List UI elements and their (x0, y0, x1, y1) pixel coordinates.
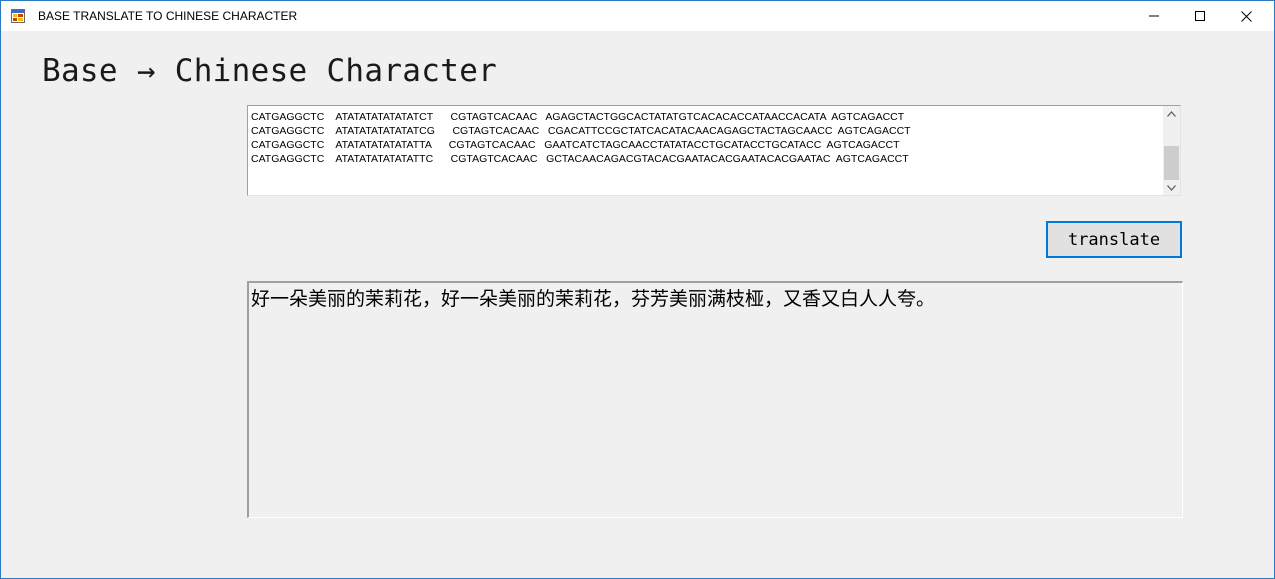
sequence-line: CATGAGGCTC ATATATATATATATTC CGTAGTCACAAC… (251, 153, 909, 165)
winforms-app-icon (11, 9, 25, 23)
close-button[interactable] (1223, 1, 1269, 31)
output-text: 好一朵美丽的茉莉花，好一朵美丽的茉莉花，芬芳美丽满枝桠，又香又白人人夸。 (251, 288, 936, 310)
translate-button[interactable]: translate (1046, 221, 1182, 258)
scroll-up-button[interactable] (1163, 106, 1180, 121)
chinese-output-box[interactable]: 好一朵美丽的茉莉花，好一朵美丽的茉莉花，芬芳美丽满枝桠，又香又白人人夸。 (247, 281, 1183, 518)
maximize-button[interactable] (1177, 1, 1223, 31)
sequence-line: CATGAGGCTC ATATATATATATATCT CGTAGTCACAAC… (251, 111, 905, 123)
maximize-icon (1195, 11, 1205, 21)
translate-button-label: translate (1067, 229, 1161, 250)
page-title: Base → Chinese Character (42, 53, 498, 89)
sequence-line: CATGAGGCTC ATATATATATATATCG CGTAGTCACAAC… (251, 125, 911, 137)
window-title: BASE TRANSLATE TO CHINESE CHARACTER (38, 9, 298, 23)
client-area: Base → Chinese Character CATGAGGCTC ATAT… (8, 31, 1267, 571)
sequence-lines: CATGAGGCTC ATATATATATATATCT CGTAGTCACAAC… (251, 110, 1163, 166)
chevron-up-icon (1167, 110, 1176, 117)
minimize-button[interactable] (1131, 1, 1177, 31)
chevron-down-icon (1167, 184, 1176, 191)
base-sequence-input[interactable]: CATGAGGCTC ATATATATATATATCT CGTAGTCACAAC… (247, 105, 1181, 196)
vertical-scrollbar[interactable] (1163, 106, 1180, 195)
app-window: BASE TRANSLATE TO CHINESE CHARACTER Base… (0, 0, 1275, 579)
scroll-thumb[interactable] (1164, 146, 1179, 180)
close-icon (1240, 10, 1252, 22)
minimize-icon (1149, 15, 1159, 17)
scroll-down-button[interactable] (1163, 180, 1180, 195)
title-bar[interactable]: BASE TRANSLATE TO CHINESE CHARACTER (1, 1, 1274, 31)
sequence-line: CATGAGGCTC ATATATATATATATTA CGTAGTCACAAC… (251, 139, 900, 151)
